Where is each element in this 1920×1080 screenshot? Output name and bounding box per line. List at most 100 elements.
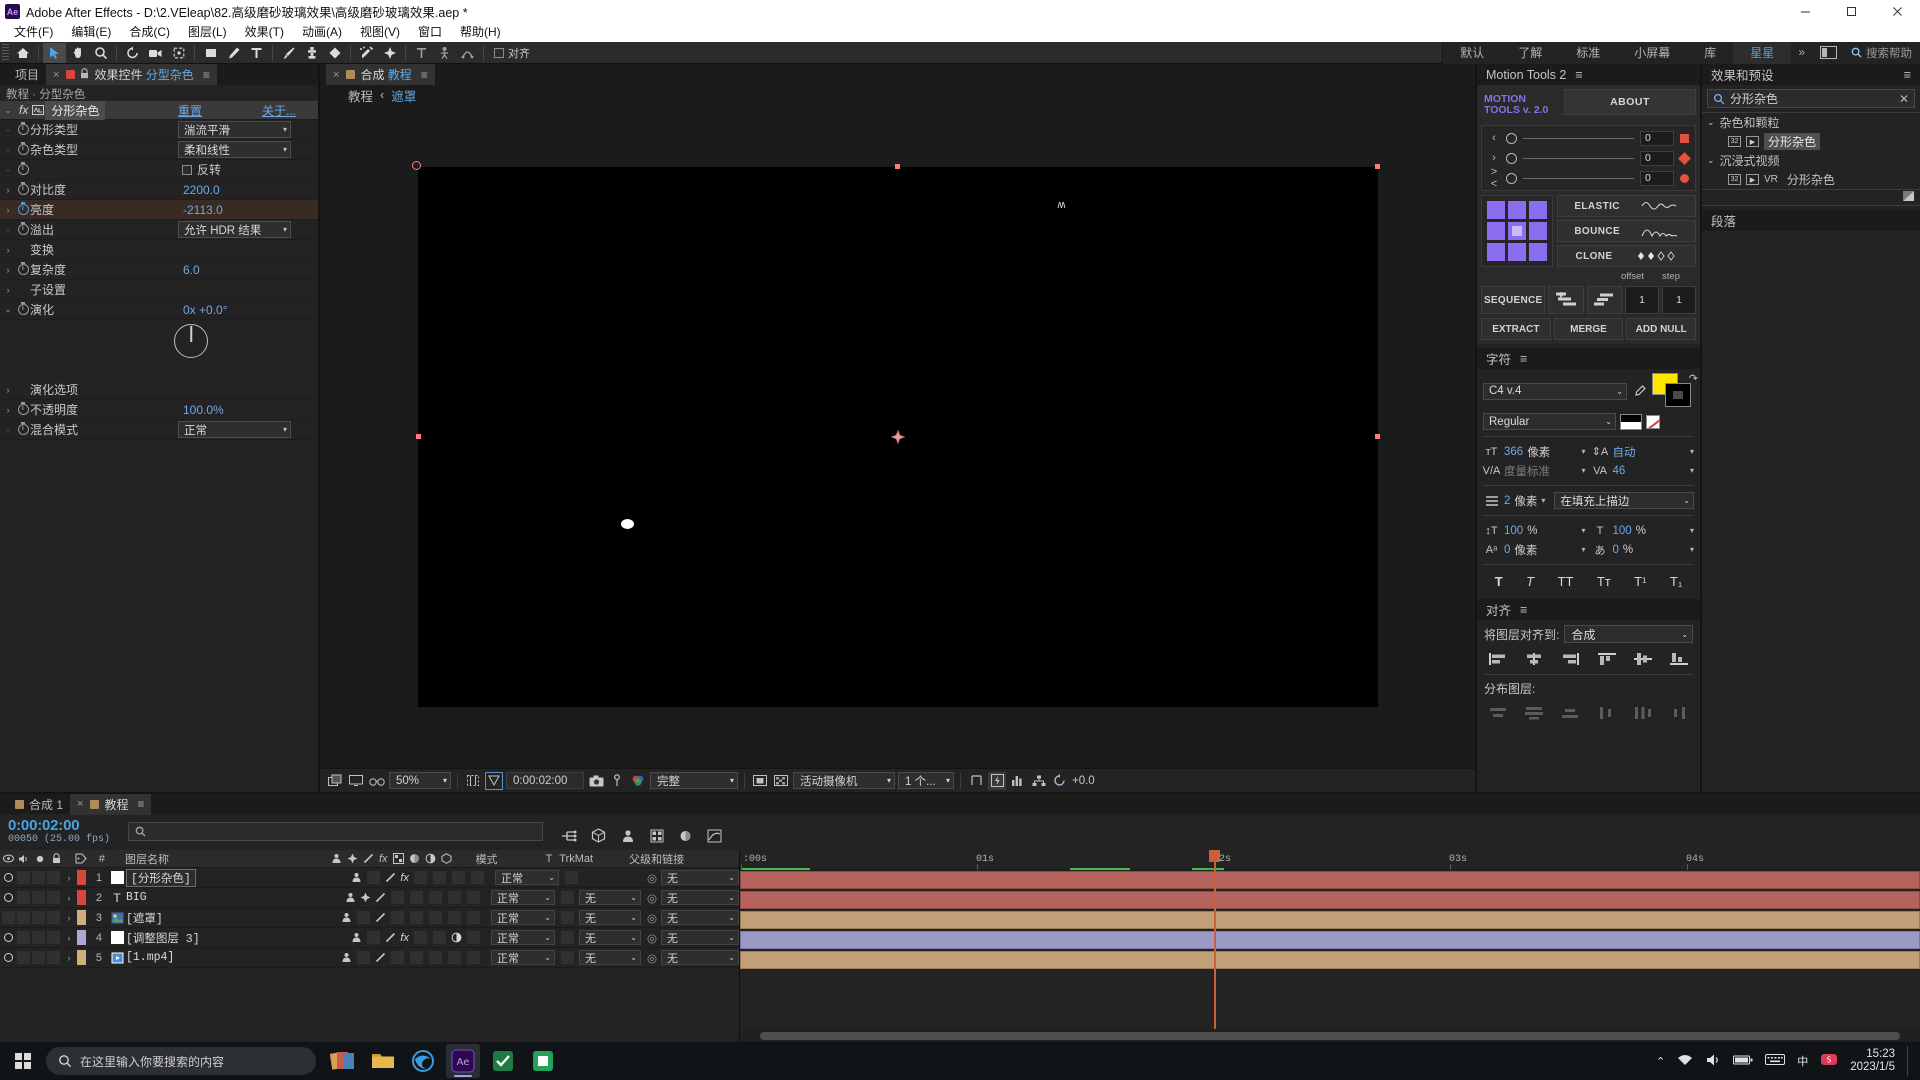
motion-blur-cell[interactable]: [428, 911, 442, 924]
parent-pickwhip-icon[interactable]: ◎: [647, 951, 657, 965]
timeline-scroll-thumb[interactable]: [760, 1032, 1900, 1040]
reset-exposure-icon[interactable]: [1051, 772, 1069, 790]
chevron-down-icon[interactable]: ⌄: [1707, 117, 1715, 128]
rectangle-tool-icon[interactable]: [199, 43, 222, 63]
swap-colors-icon[interactable]: ↷: [1689, 372, 1698, 385]
fast-preview-icon[interactable]: [988, 771, 1006, 790]
layer-solo-toggle[interactable]: [32, 871, 45, 884]
threed-cell[interactable]: [466, 891, 480, 904]
effect-reset-link[interactable]: 重置: [178, 102, 202, 119]
anchor-cell-br[interactable]: [1529, 243, 1547, 261]
slider-track-out[interactable]: [1523, 157, 1634, 159]
stopwatch-icon[interactable]: [16, 164, 30, 175]
about-button[interactable]: ABOUT: [1564, 89, 1696, 115]
quality-icon[interactable]: [375, 912, 386, 923]
transparency-grid-icon[interactable]: [772, 772, 790, 790]
layer-parent-select[interactable]: 无 ⌄: [661, 870, 739, 885]
anchor-grid[interactable]: [1481, 195, 1553, 267]
tsume-field[interactable]: あ 0 % ▾: [1592, 541, 1695, 558]
stopwatch-icon[interactable]: [16, 144, 30, 155]
monitor-icon[interactable]: [347, 772, 365, 790]
anchor-handle-tl-icon[interactable]: [411, 160, 421, 170]
panel-menu-icon[interactable]: ≡: [421, 68, 428, 82]
sequence-button[interactable]: SEQUENCE: [1481, 286, 1546, 314]
layer-trkmat-select[interactable]: 无 ⌄: [578, 950, 641, 965]
selection-handle-right[interactable]: [1374, 433, 1380, 439]
anchor-cell-tl[interactable]: [1487, 201, 1505, 219]
layer-bar-2[interactable]: [740, 891, 1920, 909]
stopwatch-icon[interactable]: [16, 224, 30, 235]
layer-twirl-icon[interactable]: ›: [61, 953, 77, 963]
shy-icon[interactable]: [351, 872, 362, 883]
stopwatch-icon[interactable]: [16, 404, 30, 415]
anchor-cell-mr[interactable]: [1529, 222, 1547, 240]
effects-search-field[interactable]: 分形杂色 ✕: [1707, 89, 1915, 108]
camera-tool-icon[interactable]: [144, 43, 167, 63]
keyframe-square-icon[interactable]: [1680, 133, 1689, 143]
adjustment-cell[interactable]: [447, 951, 461, 964]
anchor-point-icon[interactable]: [890, 429, 905, 444]
shy-icon[interactable]: [345, 892, 356, 903]
slider-value-in[interactable]: 0: [1640, 130, 1674, 146]
twirl-icon[interactable]: ›: [0, 205, 16, 215]
home-icon[interactable]: [11, 43, 34, 63]
hide-shy-layers-icon[interactable]: [620, 829, 636, 846]
collapse-cell[interactable]: [356, 951, 370, 964]
distribute-vertical-center-icon[interactable]: [1522, 704, 1546, 721]
tab-close-icon[interactable]: ×: [77, 798, 83, 810]
font-size-value[interactable]: 366: [1504, 446, 1523, 458]
workspace-small-screen[interactable]: 小屏幕: [1617, 41, 1688, 64]
stroke-width-value[interactable]: 2: [1504, 495, 1510, 507]
viewer-timecode[interactable]: 0:00:02:00: [506, 772, 584, 789]
ease-both-icon[interactable]: ><: [1488, 166, 1500, 190]
motion-blur-cell[interactable]: [432, 871, 446, 884]
default-colors-icon[interactable]: [1620, 413, 1642, 430]
layer-audio-toggle[interactable]: [17, 891, 30, 904]
ease-in-icon[interactable]: ‹: [1488, 132, 1500, 144]
selection-handle-tr[interactable]: [1374, 163, 1380, 169]
always-preview-icon[interactable]: [326, 772, 344, 790]
close-button[interactable]: [1874, 0, 1920, 23]
contrast-value[interactable]: 2200.0: [183, 183, 220, 197]
layer-visibility-toggle[interactable]: [0, 911, 16, 924]
rotation-tool-icon[interactable]: [121, 43, 144, 63]
elastic-button[interactable]: ELASTIC: [1557, 195, 1696, 217]
adjustment-cell[interactable]: [451, 871, 465, 884]
menu-effect[interactable]: 效果(T): [236, 23, 293, 42]
menu-window[interactable]: 窗口: [409, 23, 451, 42]
leading-value[interactable]: 自动: [1613, 444, 1636, 460]
threed-cell[interactable]: [466, 931, 480, 944]
prop-row-evolution-options[interactable]: › 演化选项: [0, 380, 318, 400]
effect-header-row[interactable]: ⌄ fx 分形杂色 重置 关于...: [0, 101, 318, 120]
taskbar-search-input[interactable]: 在这里输入你要搜索的内容: [46, 1047, 316, 1075]
tray-keyboard-icon[interactable]: [1765, 1053, 1786, 1069]
layer-audio-toggle[interactable]: [17, 911, 30, 924]
stroke-color-swatch[interactable]: [1665, 383, 1691, 407]
align-bottom-icon[interactable]: [1667, 650, 1691, 667]
tray-network-icon[interactable]: [1677, 1053, 1693, 1070]
tsume-value[interactable]: 0: [1613, 544, 1619, 556]
slider-knob-both[interactable]: [1506, 172, 1517, 184]
effect-enable-icon[interactable]: [31, 105, 45, 115]
fx-indicator-icon[interactable]: fx: [400, 872, 409, 884]
align-left-icon[interactable]: [1486, 650, 1510, 667]
tab-effect-controls[interactable]: × 效果控件 分型杂色 ≡: [46, 64, 217, 85]
header-layer-name[interactable]: 图层名称: [111, 851, 169, 867]
workspace-libraries[interactable]: 库: [1687, 41, 1734, 64]
tray-input-method-icon[interactable]: 中: [1797, 1053, 1808, 1069]
ease-out-icon[interactable]: ›: [1488, 152, 1500, 164]
complexity-value[interactable]: 6.0: [183, 263, 200, 277]
prop-row-contrast[interactable]: › 对比度 2200.0: [0, 180, 318, 200]
panel-menu-icon[interactable]: ≡: [203, 68, 210, 82]
layer-bar-1[interactable]: [740, 871, 1920, 889]
layer-name[interactable]: [遮罩]: [126, 910, 163, 926]
layer-trkmat-select[interactable]: 无 ⌄: [578, 930, 641, 945]
opacity-value[interactable]: 100.0%: [183, 403, 224, 417]
style-faux-italic[interactable]: T: [1526, 574, 1534, 589]
workspace-overflow-icon[interactable]: »: [1791, 41, 1812, 64]
twirl-icon[interactable]: ›: [0, 385, 16, 395]
parent-pickwhip-icon[interactable]: ◎: [647, 871, 657, 885]
collapse-icon[interactable]: [360, 892, 371, 903]
stopwatch-icon-active[interactable]: [16, 204, 30, 215]
noise-type-dropdown[interactable]: 柔和线性 ▾: [178, 141, 291, 158]
